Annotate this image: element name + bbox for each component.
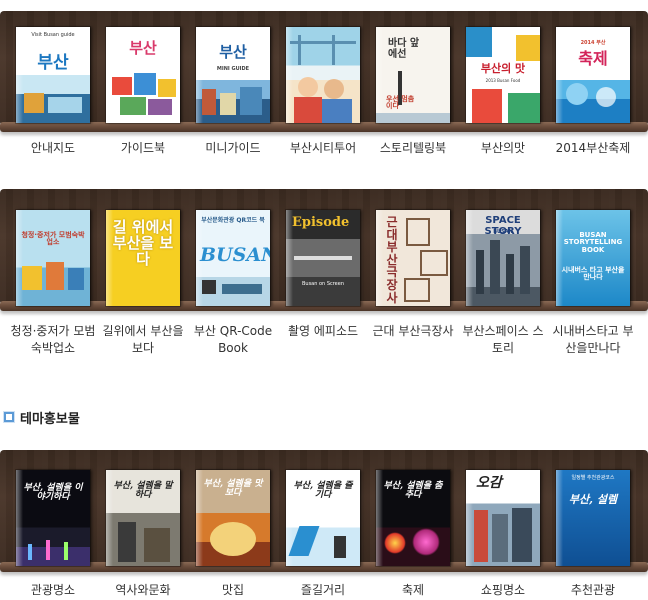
book-cover-2014-festival[interactable]: 2014 부산 축제 <box>556 27 630 123</box>
book-caption-history-culture[interactable]: 역사와문화 <box>98 582 188 599</box>
book-caption-festivals[interactable]: 축제 <box>368 582 458 599</box>
shelf-ledge-1 <box>0 122 648 132</box>
book-caption-shopping[interactable]: 쇼핑명소 <box>458 582 548 599</box>
book-caption-qr-code[interactable]: 부산 QR-Code Book <box>188 323 278 357</box>
book-caption-filming-episode[interactable]: 촬영 에피소드 <box>278 323 368 340</box>
book-cover-things-to-do[interactable]: 부산, 설렘을 즐기다 <box>286 470 360 566</box>
book-caption-restaurants[interactable]: 맛집 <box>188 582 278 599</box>
book-caption-city-bus[interactable]: 시내버스타고 부산을만나다 <box>548 323 638 357</box>
book-cover-storytelling[interactable]: 바다 앞에선 우선 멈춤이다 <box>376 27 450 123</box>
book-cover-city-bus[interactable]: BUSAN STORYTELLING BOOK 시내버스 타고 부산을 만나다 <box>556 210 630 306</box>
book-caption-modern-theater[interactable]: 근대 부산극장사 <box>368 323 458 340</box>
book-caption-2014-festival[interactable]: 2014부산축제 <box>548 140 638 157</box>
book-cover-busan-taste[interactable]: 부산의 맛 2013 Busan Food <box>466 27 540 123</box>
book-caption-space-story[interactable]: 부산스페이스 스토리 <box>458 323 548 357</box>
book-cover-on-the-road[interactable]: 길 위에서 부산을 보다 <box>106 210 180 306</box>
book-cover-guide-map[interactable]: Visit Busan guide 부산 <box>16 27 90 123</box>
book-cover-city-tour[interactable] <box>286 27 360 123</box>
book-caption-mini-guide[interactable]: 미니가이드 <box>188 140 278 157</box>
book-caption-storytelling[interactable]: 스토리텔링북 <box>368 140 458 157</box>
book-cover-restaurants[interactable]: 부산, 설렘을 맛보다 <box>196 470 270 566</box>
book-cover-recommended-tours[interactable]: 일정별 추천관광코스 부산, 설렘 <box>556 470 630 566</box>
book-caption-guide-map[interactable]: 안내지도 <box>8 140 98 157</box>
book-caption-on-the-road[interactable]: 길위에서 부산을보다 <box>98 323 188 357</box>
book-caption-recommended-tours[interactable]: 추천관광 <box>548 582 638 599</box>
section-title: 테마홍보물 <box>20 411 80 427</box>
book-cover-festivals[interactable]: 부산, 설렘을 춤추다 <box>376 470 450 566</box>
book-caption-attractions[interactable]: 관광명소 <box>8 582 98 599</box>
book-cover-history-culture[interactable]: 부산, 설렘을 말하다 <box>106 470 180 566</box>
book-cover-accommodation[interactable]: 청정·중저가 모범숙박업소 <box>16 210 90 306</box>
section-header: 테마홍보물 <box>3 407 80 427</box>
square-bullet-icon <box>3 411 15 423</box>
book-cover-space-story[interactable]: SPACE STORY BUSAN <box>466 210 540 306</box>
book-caption-guidebook[interactable]: 가이드북 <box>98 140 188 157</box>
book-cover-filming-episode[interactable]: Episode Busan on Screen <box>286 210 360 306</box>
book-caption-busan-taste[interactable]: 부산의맛 <box>458 140 548 157</box>
book-cover-shopping[interactable]: 오감 <box>466 470 540 566</box>
book-caption-city-tour[interactable]: 부산시티투어 <box>278 140 368 157</box>
book-caption-accommodation[interactable]: 청정·중저가 모범 숙박업소 <box>8 323 98 357</box>
book-caption-things-to-do[interactable]: 즐길거리 <box>278 582 368 599</box>
book-cover-guidebook[interactable]: 부산 <box>106 27 180 123</box>
book-cover-mini-guide[interactable]: 부산 MINI GUIDE <box>196 27 270 123</box>
book-cover-modern-theater[interactable]: 근대 부산극장사 <box>376 210 450 306</box>
book-cover-qr-code[interactable]: 부산문화관광 QR코드 북 BUSAN <box>196 210 270 306</box>
book-cover-attractions[interactable]: 부산, 설렘을 이야기하다 <box>16 470 90 566</box>
